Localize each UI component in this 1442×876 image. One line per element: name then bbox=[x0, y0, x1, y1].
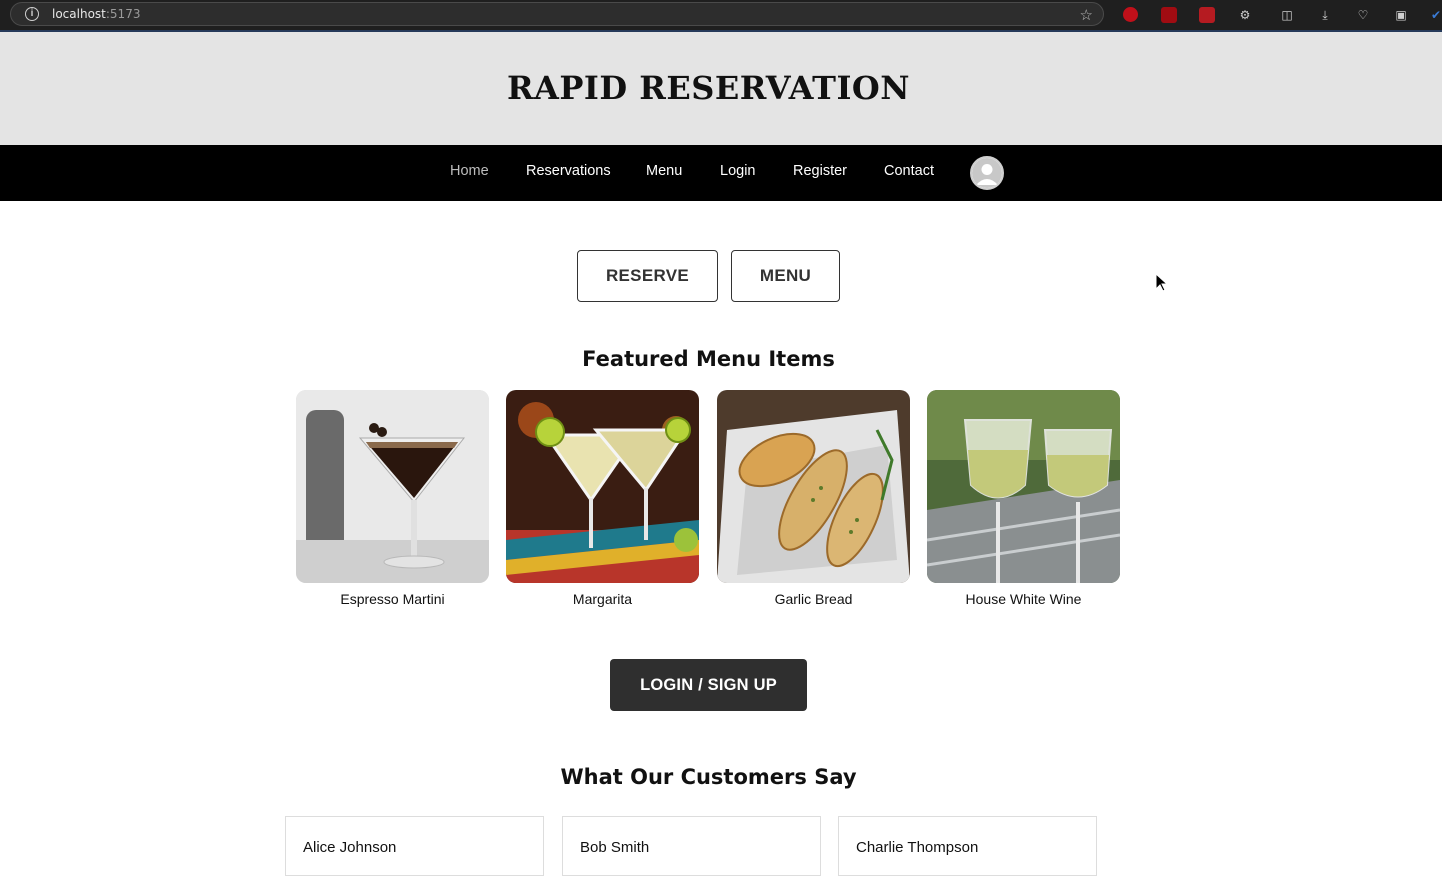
site-header: RAPID RESERVATION bbox=[0, 32, 1442, 145]
customer-name: Bob Smith bbox=[580, 839, 650, 856]
featured-heading: Featured Menu Items bbox=[582, 347, 835, 371]
nav-login[interactable]: Login bbox=[720, 163, 755, 179]
split-screen-icon[interactable]: ◫ bbox=[1279, 7, 1295, 23]
house-white-wine-image bbox=[927, 390, 1120, 583]
nav-contact[interactable]: Contact bbox=[884, 163, 934, 179]
browser-toolbar: i localhost:5173 ☆ ⚙ ◫ ⤓ ♡ ▣ ✔ bbox=[0, 0, 1442, 32]
login-signup-button[interactable]: LOGIN / SIGN UP bbox=[610, 659, 807, 711]
performance-icon[interactable]: ♡ bbox=[1355, 7, 1371, 23]
menu-item-name: Espresso Martini bbox=[340, 591, 445, 607]
menu-button[interactable]: MENU bbox=[731, 250, 840, 302]
user-avatar-icon[interactable] bbox=[970, 156, 1004, 190]
address-bar[interactable]: i localhost:5173 ☆ bbox=[10, 2, 1104, 26]
nav-register[interactable]: Register bbox=[793, 163, 847, 179]
mouse-cursor-icon bbox=[1155, 273, 1169, 292]
menu-card-garlic-bread[interactable]: Garlic Bread bbox=[717, 390, 910, 607]
testimonial-card: Bob Smith bbox=[562, 816, 821, 876]
site-title: RAPID RESERVATION bbox=[506, 69, 911, 107]
garlic-bread-image bbox=[717, 390, 910, 583]
menu-item-name: Garlic Bread bbox=[774, 591, 853, 607]
extension-red-icon[interactable] bbox=[1123, 7, 1138, 22]
extension-pdf-icon[interactable] bbox=[1199, 7, 1215, 23]
site-info-icon[interactable]: i bbox=[25, 7, 39, 21]
bookmark-star-icon[interactable]: ☆ bbox=[1080, 6, 1093, 24]
menu-item-name: Margarita bbox=[572, 591, 633, 607]
menu-item-name: House White Wine bbox=[965, 591, 1082, 607]
espresso-martini-image bbox=[296, 390, 489, 583]
testimonial-card: Charlie Thompson bbox=[838, 816, 1097, 876]
testimonial-card: Alice Johnson bbox=[285, 816, 544, 876]
menu-card-espresso-martini[interactable]: Espresso Martini bbox=[296, 390, 489, 607]
url-text[interactable]: localhost:5173 bbox=[52, 7, 140, 21]
edge-collections-icon[interactable]: ▣ bbox=[1393, 7, 1409, 23]
menu-card-margarita[interactable]: Margarita bbox=[506, 390, 699, 607]
downloads-icon[interactable]: ⤓ bbox=[1317, 7, 1333, 23]
customer-name: Alice Johnson bbox=[303, 839, 397, 856]
menu-card-house-white-wine[interactable]: House White Wine bbox=[927, 390, 1120, 607]
main-navbar: Home Reservations Menu Login Register Co… bbox=[0, 145, 1442, 201]
profile-check-icon[interactable]: ✔ bbox=[1428, 7, 1442, 23]
extensions-puzzle-icon[interactable]: ⚙ bbox=[1237, 7, 1253, 23]
nav-menu[interactable]: Menu bbox=[646, 163, 682, 179]
nav-reservations[interactable]: Reservations bbox=[526, 163, 611, 179]
testimonials-heading: What Our Customers Say bbox=[560, 765, 857, 789]
nav-home[interactable]: Home bbox=[450, 163, 489, 179]
ublock-icon[interactable] bbox=[1161, 7, 1177, 23]
margarita-image bbox=[506, 390, 699, 583]
customer-name: Charlie Thompson bbox=[856, 839, 979, 856]
reserve-button[interactable]: RESERVE bbox=[577, 250, 718, 302]
